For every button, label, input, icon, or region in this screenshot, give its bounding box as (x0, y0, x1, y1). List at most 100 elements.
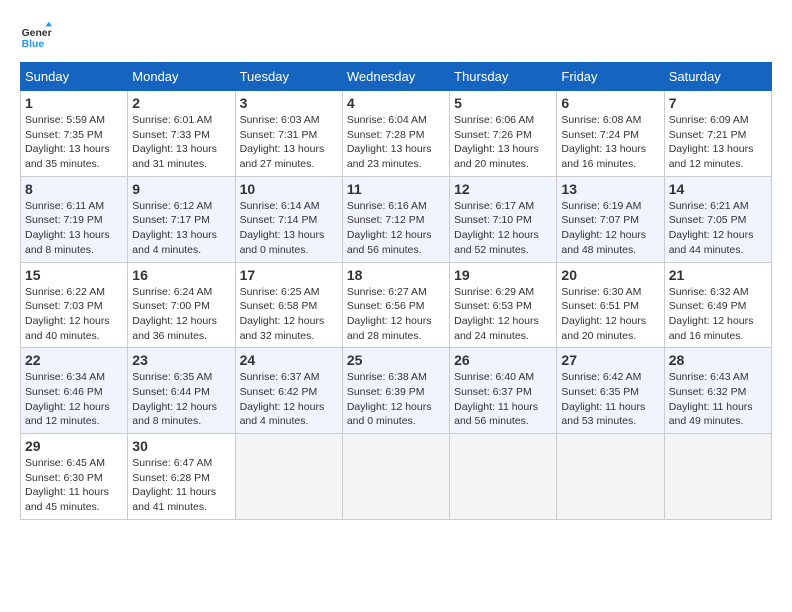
day-info: Sunrise: 6:47 AMSunset: 6:28 PMDaylight:… (132, 456, 230, 515)
day-info: Sunrise: 6:27 AMSunset: 6:56 PMDaylight:… (347, 285, 445, 344)
day-number: 29 (25, 438, 123, 454)
day-number: 6 (561, 95, 659, 111)
calendar-cell: 7 Sunrise: 6:09 AMSunset: 7:21 PMDaylight… (664, 91, 771, 177)
calendar-header-row: SundayMondayTuesdayWednesdayThursdayFrid… (21, 63, 772, 91)
calendar-table: SundayMondayTuesdayWednesdayThursdayFrid… (20, 62, 772, 520)
day-info: Sunrise: 6:01 AMSunset: 7:33 PMDaylight:… (132, 113, 230, 172)
calendar-cell: 8Sunrise: 6:11 AMSunset: 7:19 PMDaylight… (21, 176, 128, 262)
day-info: Sunrise: 6:29 AMSunset: 6:53 PMDaylight:… (454, 285, 552, 344)
day-number: 12 (454, 181, 552, 197)
calendar-week-row: 15Sunrise: 6:22 AMSunset: 7:03 PMDayligh… (21, 262, 772, 348)
day-number: 25 (347, 352, 445, 368)
calendar-cell: 1Sunrise: 5:59 AMSunset: 7:35 PMDaylight… (21, 91, 128, 177)
day-number: 19 (454, 267, 552, 283)
day-info: Sunrise: 6:30 AMSunset: 6:51 PMDaylight:… (561, 285, 659, 344)
calendar-cell: 24 Sunrise: 6:37 AMSunset: 6:42 PMDayligh… (235, 348, 342, 434)
day-number: 11 (347, 181, 445, 197)
calendar-cell (235, 434, 342, 520)
day-info: Sunrise: 6:12 AMSunset: 7:17 PMDaylight:… (132, 199, 230, 258)
day-number: 8 (25, 181, 123, 197)
day-number: 18 (347, 267, 445, 283)
calendar-cell: 22 Sunrise: 6:34 AMSunset: 6:46 PMDayligh… (21, 348, 128, 434)
day-number: 3 (240, 95, 338, 111)
calendar-cell: 11 Sunrise: 6:16 AMSunset: 7:12 PMDayligh… (342, 176, 449, 262)
calendar-cell: 30 Sunrise: 6:47 AMSunset: 6:28 PMDayligh… (128, 434, 235, 520)
day-info: Sunrise: 6:16 AMSunset: 7:12 PMDaylight:… (347, 199, 445, 258)
day-info: Sunrise: 6:09 AMSunset: 7:21 PMDaylight:… (669, 113, 767, 172)
calendar-cell: 3Sunrise: 6:03 AMSunset: 7:31 PMDaylight… (235, 91, 342, 177)
day-info: Sunrise: 6:17 AMSunset: 7:10 PMDaylight:… (454, 199, 552, 258)
calendar-cell: 21Sunrise: 6:32 AMSunset: 6:49 PMDayligh… (664, 262, 771, 348)
svg-text:Blue: Blue (22, 39, 45, 50)
day-info: Sunrise: 6:34 AMSunset: 6:46 PMDaylight:… (25, 370, 123, 429)
day-number: 13 (561, 181, 659, 197)
calendar-cell: 16 Sunrise: 6:24 AMSunset: 7:00 PMDayligh… (128, 262, 235, 348)
day-info: Sunrise: 6:35 AMSunset: 6:44 PMDaylight:… (132, 370, 230, 429)
calendar-week-row: 1Sunrise: 5:59 AMSunset: 7:35 PMDaylight… (21, 91, 772, 177)
day-number: 14 (669, 181, 767, 197)
day-info: Sunrise: 6:06 AMSunset: 7:26 PMDaylight:… (454, 113, 552, 172)
day-header-sunday: Sunday (21, 63, 128, 91)
day-number: 7 (669, 95, 767, 111)
day-info: Sunrise: 6:21 AMSunset: 7:05 PMDaylight:… (669, 199, 767, 258)
day-number: 20 (561, 267, 659, 283)
calendar-week-row: 22 Sunrise: 6:34 AMSunset: 6:46 PMDayligh… (21, 348, 772, 434)
calendar-cell: 23 Sunrise: 6:35 AMSunset: 6:44 PMDayligh… (128, 348, 235, 434)
day-number: 10 (240, 181, 338, 197)
calendar-cell: 12 Sunrise: 6:17 AMSunset: 7:10 PMDayligh… (450, 176, 557, 262)
calendar-cell: 14 Sunrise: 6:21 AMSunset: 7:05 PMDayligh… (664, 176, 771, 262)
day-number: 23 (132, 352, 230, 368)
calendar-cell: 27 Sunrise: 6:42 AMSunset: 6:35 PMDayligh… (557, 348, 664, 434)
calendar-cell (450, 434, 557, 520)
day-number: 26 (454, 352, 552, 368)
day-number: 2 (132, 95, 230, 111)
day-number: 16 (132, 267, 230, 283)
day-info: Sunrise: 6:45 AMSunset: 6:30 PMDaylight:… (25, 456, 123, 515)
day-number: 27 (561, 352, 659, 368)
day-info: Sunrise: 6:14 AMSunset: 7:14 PMDaylight:… (240, 199, 338, 258)
day-info: Sunrise: 6:19 AMSunset: 7:07 PMDaylight:… (561, 199, 659, 258)
day-info: Sunrise: 6:37 AMSunset: 6:42 PMDaylight:… (240, 370, 338, 429)
logo-icon: General Blue (20, 20, 52, 52)
calendar-cell: 5 Sunrise: 6:06 AMSunset: 7:26 PMDaylight… (450, 91, 557, 177)
day-number: 24 (240, 352, 338, 368)
day-number: 22 (25, 352, 123, 368)
day-header-thursday: Thursday (450, 63, 557, 91)
calendar-cell: 6 Sunrise: 6:08 AMSunset: 7:24 PMDaylight… (557, 91, 664, 177)
calendar-cell: 28 Sunrise: 6:43 AMSunset: 6:32 PMDayligh… (664, 348, 771, 434)
day-number: 30 (132, 438, 230, 454)
calendar-cell: 17 Sunrise: 6:25 AMSunset: 6:58 PMDayligh… (235, 262, 342, 348)
day-info: Sunrise: 5:59 AMSunset: 7:35 PMDaylight:… (25, 113, 123, 172)
svg-text:General: General (22, 28, 52, 39)
calendar-week-row: 29 Sunrise: 6:45 AMSunset: 6:30 PMDayligh… (21, 434, 772, 520)
day-number: 5 (454, 95, 552, 111)
day-info: Sunrise: 6:32 AMSunset: 6:49 PMDaylight:… (669, 285, 767, 344)
calendar-week-row: 8Sunrise: 6:11 AMSunset: 7:19 PMDaylight… (21, 176, 772, 262)
calendar-cell: 13 Sunrise: 6:19 AMSunset: 7:07 PMDayligh… (557, 176, 664, 262)
day-info: Sunrise: 6:42 AMSunset: 6:35 PMDaylight:… (561, 370, 659, 429)
day-info: Sunrise: 6:38 AMSunset: 6:39 PMDaylight:… (347, 370, 445, 429)
calendar-cell: 18 Sunrise: 6:27 AMSunset: 6:56 PMDayligh… (342, 262, 449, 348)
calendar-cell (342, 434, 449, 520)
day-number: 28 (669, 352, 767, 368)
day-number: 9 (132, 181, 230, 197)
day-info: Sunrise: 6:43 AMSunset: 6:32 PMDaylight:… (669, 370, 767, 429)
logo: General Blue (20, 20, 56, 52)
day-info: Sunrise: 6:08 AMSunset: 7:24 PMDaylight:… (561, 113, 659, 172)
page-header: General Blue (20, 20, 772, 52)
calendar-cell: 15Sunrise: 6:22 AMSunset: 7:03 PMDayligh… (21, 262, 128, 348)
calendar-cell: 19 Sunrise: 6:29 AMSunset: 6:53 PMDayligh… (450, 262, 557, 348)
day-info: Sunrise: 6:04 AMSunset: 7:28 PMDaylight:… (347, 113, 445, 172)
calendar-cell: 10 Sunrise: 6:14 AMSunset: 7:14 PMDayligh… (235, 176, 342, 262)
calendar-cell: 20 Sunrise: 6:30 AMSunset: 6:51 PMDayligh… (557, 262, 664, 348)
calendar-cell: 9 Sunrise: 6:12 AMSunset: 7:17 PMDaylight… (128, 176, 235, 262)
day-header-saturday: Saturday (664, 63, 771, 91)
calendar-cell: 4Sunrise: 6:04 AMSunset: 7:28 PMDaylight… (342, 91, 449, 177)
calendar-cell: 29 Sunrise: 6:45 AMSunset: 6:30 PMDayligh… (21, 434, 128, 520)
calendar-cell (664, 434, 771, 520)
day-number: 15 (25, 267, 123, 283)
day-number: 17 (240, 267, 338, 283)
day-info: Sunrise: 6:25 AMSunset: 6:58 PMDaylight:… (240, 285, 338, 344)
day-info: Sunrise: 6:24 AMSunset: 7:00 PMDaylight:… (132, 285, 230, 344)
day-info: Sunrise: 6:40 AMSunset: 6:37 PMDaylight:… (454, 370, 552, 429)
